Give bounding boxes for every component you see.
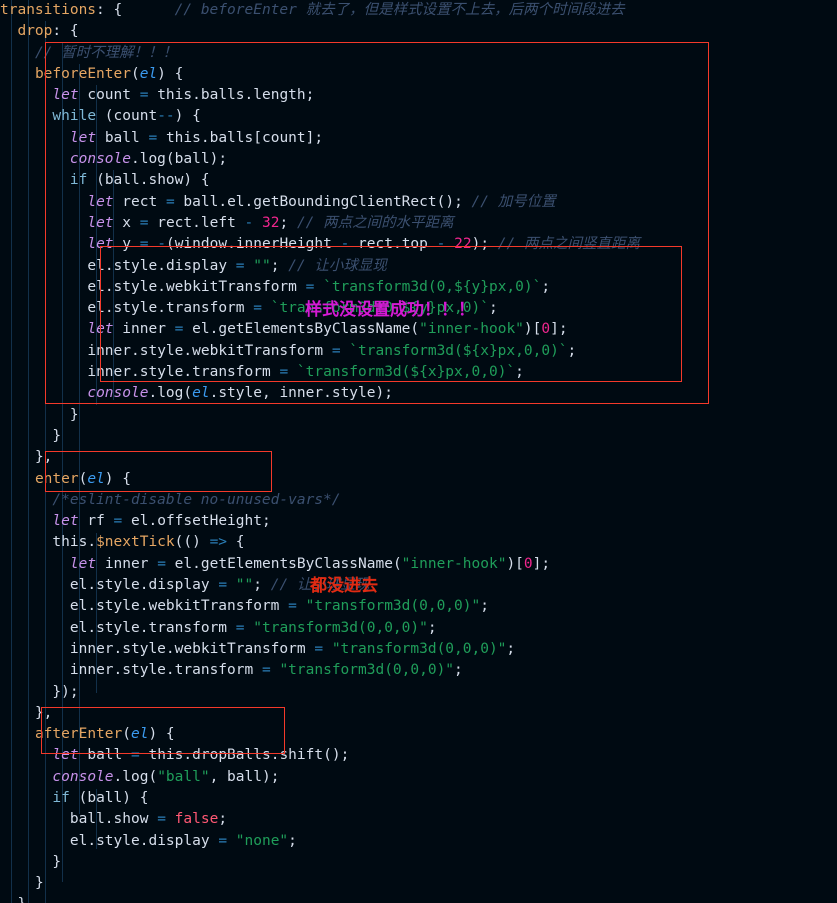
code-line[interactable]: // 暂时不理解！！！	[0, 43, 837, 64]
code-line[interactable]: el.style.display = ""; // 让小球显现	[0, 256, 837, 277]
code-line[interactable]: },	[0, 703, 837, 724]
code-line[interactable]: }	[0, 426, 837, 447]
code-line[interactable]: console.log(ball);	[0, 149, 837, 170]
code-line[interactable]: transitions: { // beforeEnter 就去了，但是样式设置…	[0, 0, 837, 21]
code-text[interactable]: transitions: { // beforeEnter 就去了，但是样式设置…	[0, 0, 837, 903]
code-line[interactable]: ball.show = false;	[0, 809, 837, 830]
code-line[interactable]: },	[0, 447, 837, 468]
code-line[interactable]: this.$nextTick(() => {	[0, 532, 837, 553]
code-editor-screenshot: transitions: { // beforeEnter 就去了，但是样式设置…	[0, 0, 837, 903]
code-line[interactable]: if (ball) {	[0, 788, 837, 809]
code-line[interactable]: let inner = el.getElementsByClassName("i…	[0, 319, 837, 340]
code-line[interactable]: let ball = this.balls[count];	[0, 128, 837, 149]
code-line[interactable]: enter(el) {	[0, 469, 837, 490]
code-line[interactable]: });	[0, 682, 837, 703]
code-line[interactable]: let count = this.balls.length;	[0, 85, 837, 106]
code-line[interactable]: inner.style.webkitTransform = `transform…	[0, 341, 837, 362]
code-line[interactable]: afterEnter(el) {	[0, 724, 837, 745]
code-line[interactable]: console.log("ball", ball);	[0, 767, 837, 788]
code-line[interactable]: beforeEnter(el) {	[0, 64, 837, 85]
code-line[interactable]: let x = rect.left - 32; // 两点之间的水平距离	[0, 213, 837, 234]
code-line[interactable]: el.style.transform = "transform3d(0,0,0)…	[0, 618, 837, 639]
code-line[interactable]: let rect = ball.el.getBoundingClientRect…	[0, 192, 837, 213]
code-line[interactable]: let inner = el.getElementsByClassName("i…	[0, 554, 837, 575]
code-line[interactable]: el.style.display = ""; // 让小球显现	[0, 575, 837, 596]
code-line[interactable]: console.log(el.style, inner.style);	[0, 383, 837, 404]
code-line[interactable]: inner.style.transform = "transform3d(0,0…	[0, 660, 837, 681]
code-line[interactable]: inner.style.transform = `transform3d(${x…	[0, 362, 837, 383]
code-line[interactable]: el.style.transform = `transform3d(0,${y}…	[0, 298, 837, 319]
code-line[interactable]: }	[0, 405, 837, 426]
code-line[interactable]: el.style.webkitTransform = `transform3d(…	[0, 277, 837, 298]
code-line[interactable]: el.style.webkitTransform = "transform3d(…	[0, 596, 837, 617]
code-line[interactable]: el.style.display = "none";	[0, 831, 837, 852]
code-line[interactable]: }	[0, 894, 837, 903]
code-line[interactable]: let y = -(window.innerHeight - rect.top …	[0, 234, 837, 255]
code-line[interactable]: drop: {	[0, 21, 837, 42]
code-line[interactable]: let ball = this.dropBalls.shift();	[0, 745, 837, 766]
code-line[interactable]: let rf = el.offsetHeight;	[0, 511, 837, 532]
code-line[interactable]: }	[0, 873, 837, 894]
code-line[interactable]: inner.style.webkitTransform = "transform…	[0, 639, 837, 660]
code-line[interactable]: while (count--) {	[0, 106, 837, 127]
code-line[interactable]: if (ball.show) {	[0, 170, 837, 191]
code-line[interactable]: }	[0, 852, 837, 873]
code-line[interactable]: /*eslint-disable no-unused-vars*/	[0, 490, 837, 511]
